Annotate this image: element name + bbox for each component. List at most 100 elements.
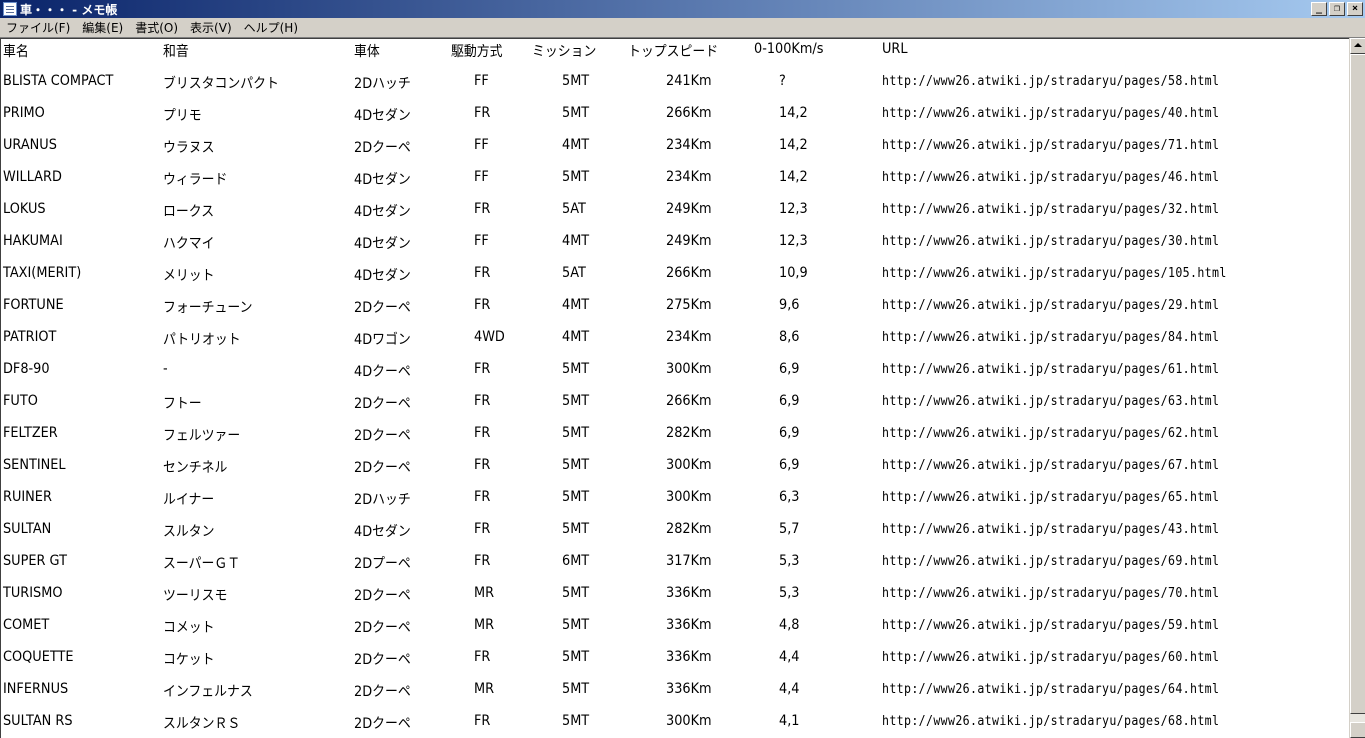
cell-body: 2Dクーペ	[354, 396, 411, 412]
cell-jp: ウィラード	[163, 172, 228, 188]
menu-view[interactable]: 表示(V)	[184, 19, 238, 36]
cell-speed: 234Km	[666, 329, 712, 345]
cell-mission: 4MT	[562, 137, 590, 153]
cell-name: COMET	[3, 617, 50, 633]
scroll-up-arrow-icon[interactable]	[1350, 38, 1365, 54]
cell-body: 2Dクーペ	[354, 716, 411, 732]
cell-drive: FF	[474, 169, 489, 185]
menu-format[interactable]: 書式(O)	[129, 19, 184, 36]
cell-mission: 5MT	[562, 521, 590, 537]
cell-drive: FF	[474, 137, 489, 153]
restore-button[interactable]: ❐	[1329, 2, 1345, 16]
cell-drive: MR	[474, 585, 495, 601]
cell-acc: 5,7	[779, 521, 800, 537]
table-row: PATRIOT パトリオット 4Dワゴン 4WD 4MT 234Km 8,6 http://w…	[1, 329, 1349, 361]
cell-mission: 4MT	[562, 297, 590, 313]
cell-body: 2Dクーペ	[354, 588, 411, 604]
cell-body: 2Dクーペ	[354, 684, 411, 700]
header-url: URL	[882, 41, 908, 57]
cell-speed: 282Km	[666, 521, 712, 537]
table-row: TAXI(MERIT) メリット 4Dセダン FR 5AT 266Km 10,9 http:/…	[1, 265, 1349, 297]
cell-jp: ウラヌス	[163, 140, 215, 156]
cell-url: http://www26.atwiki.jp/stradaryu/pages/6…	[882, 457, 1220, 473]
cell-jp: ロークス	[163, 204, 215, 220]
cell-name: RUINER	[3, 489, 52, 505]
cell-acc: 6,9	[779, 457, 800, 473]
cell-name: WILLARD	[3, 169, 62, 185]
cell-url: http://www26.atwiki.jp/stradaryu/pages/4…	[882, 521, 1220, 537]
cell-drive: FF	[474, 233, 489, 249]
cell-body: 2Dクーペ	[354, 300, 411, 316]
cell-jp: インフェルナス	[163, 684, 253, 700]
cell-speed: 266Km	[666, 393, 712, 409]
cell-jp: センチネル	[163, 460, 228, 476]
cell-drive: MR	[474, 617, 495, 633]
cell-name: FUTO	[3, 393, 38, 409]
table-row: SULTAN RS スルタンＲＳ 2Dクーペ FR 5MT 300Km 4,1 http://…	[1, 713, 1349, 738]
scroll-down-button[interactable]	[1350, 722, 1365, 738]
notepad-icon[interactable]	[3, 2, 17, 16]
title-bar[interactable]: 車・・・ - メモ帳 _ ❐ ×	[0, 0, 1365, 18]
cell-mission: 5AT	[562, 265, 586, 281]
table-row: SUPER GT スーパーＧＴ 2Dプーペ FR 6MT 317Km 5,3 http://w…	[1, 553, 1349, 585]
cell-mission: 5MT	[562, 169, 590, 185]
menu-help[interactable]: ヘルプ(H)	[238, 19, 304, 36]
cell-drive: FR	[474, 297, 491, 313]
menu-file[interactable]: ファイル(F)	[0, 19, 76, 36]
cell-jp: ツーリスモ	[163, 588, 228, 604]
cell-mission: 5MT	[562, 425, 590, 441]
cell-speed: 249Km	[666, 233, 712, 249]
cell-name: COQUETTE	[3, 649, 74, 665]
cell-mission: 5AT	[562, 201, 586, 217]
cell-body: 4Dセダン	[354, 524, 411, 540]
table-row: COMET コメット 2Dクーペ MR 5MT 336Km 4,8 http://www26.…	[1, 617, 1349, 649]
cell-acc: 6,9	[779, 425, 800, 441]
cell-url: http://www26.atwiki.jp/stradaryu/pages/3…	[882, 201, 1220, 217]
cell-name: TAXI(MERIT)	[3, 265, 82, 281]
cell-jp: プリモ	[163, 108, 202, 124]
table-row: FELTZER フェルツァー 2Dクーペ FR 5MT 282Km 6,9 http://ww…	[1, 425, 1349, 457]
close-button[interactable]: ×	[1347, 2, 1363, 16]
cell-speed: 282Km	[666, 425, 712, 441]
cell-acc: 5,3	[779, 585, 800, 601]
cell-acc: 6,9	[779, 393, 800, 409]
cell-url: http://www26.atwiki.jp/stradaryu/pages/7…	[882, 137, 1220, 153]
table-row: PRIMO プリモ 4Dセダン FR 5MT 266Km 14,2 http://www26.…	[1, 105, 1349, 137]
table-row: URANUS ウラヌス 2Dクーペ FF 4MT 234Km 14,2 http://www2…	[1, 137, 1349, 169]
cell-name: SUPER GT	[3, 553, 67, 569]
cell-acc: 4,1	[779, 713, 800, 729]
window-title: 車・・・ - メモ帳	[20, 2, 118, 17]
cell-drive: FR	[474, 713, 491, 729]
cell-speed: 336Km	[666, 585, 712, 601]
cell-drive: FR	[474, 489, 491, 505]
scroll-thumb[interactable]	[1350, 54, 1365, 714]
cell-drive: FR	[474, 425, 491, 441]
vertical-scrollbar[interactable]	[1349, 38, 1365, 738]
cell-drive: MR	[474, 681, 495, 697]
cell-acc: 14,2	[779, 105, 808, 121]
cell-speed: 266Km	[666, 265, 712, 281]
cell-jp: パトリオット	[163, 332, 241, 348]
cell-body: 2Dクーペ	[354, 428, 411, 444]
cell-url: http://www26.atwiki.jp/stradaryu/pages/8…	[882, 329, 1220, 345]
cell-url: http://www26.atwiki.jp/stradaryu/pages/1…	[882, 265, 1227, 281]
cell-acc: 5,3	[779, 553, 800, 569]
cell-speed: 336Km	[666, 681, 712, 697]
cell-jp: ブリスタコンパクト	[163, 76, 279, 92]
cell-drive: FR	[474, 457, 491, 473]
cell-acc: 14,2	[779, 169, 808, 185]
cell-body: 4Dセダン	[354, 172, 411, 188]
cell-jp: メリット	[163, 268, 215, 284]
minimize-button[interactable]: _	[1311, 2, 1327, 16]
text-editor-area[interactable]: 車名 和音 車体 駆動方式 ミッション トップスピード 0-100Km/s UR…	[0, 38, 1349, 738]
cell-jp: フェルツァー	[163, 428, 241, 444]
cell-drive: FR	[474, 105, 491, 121]
cell-body: 4Dセダン	[354, 236, 411, 252]
header-mission: ミッション	[532, 44, 597, 60]
menu-edit[interactable]: 編集(E)	[76, 19, 129, 36]
cell-mission: 5MT	[562, 361, 590, 377]
cell-jp: スルタン	[163, 524, 215, 540]
cell-name: FELTZER	[3, 425, 58, 441]
cell-speed: 234Km	[666, 169, 712, 185]
cell-acc: 14,2	[779, 137, 808, 153]
